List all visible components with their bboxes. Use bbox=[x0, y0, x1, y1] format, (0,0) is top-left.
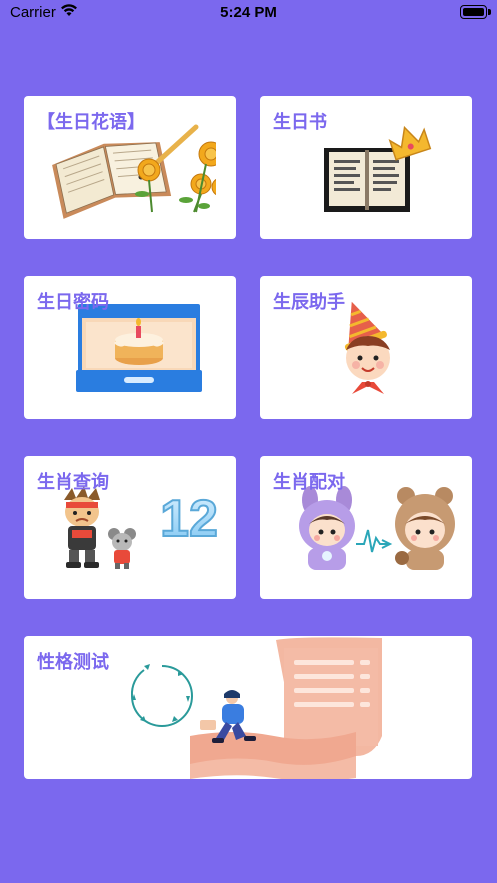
pixel-book-with-crown-icon bbox=[324, 125, 432, 212]
battery-icon bbox=[460, 5, 491, 19]
book-with-roses-icon bbox=[52, 124, 216, 219]
svg-text:12: 12 bbox=[160, 490, 218, 544]
costume-kids-pair-icon bbox=[299, 486, 455, 570]
status-bar: Carrier 5:24 PM bbox=[0, 0, 497, 26]
card-label: 生日密码 bbox=[37, 292, 109, 313]
zodiac-query-card[interactable]: 生肖查询 12 bbox=[24, 456, 236, 599]
card-label: 生日书 bbox=[273, 112, 327, 133]
card-label: 生肖查询 bbox=[37, 472, 109, 493]
card-label: 生肖配对 bbox=[273, 472, 345, 493]
personality-test-card[interactable]: 性格测试 bbox=[24, 636, 472, 779]
scroll-with-person-icon bbox=[130, 637, 382, 779]
birthday-book-card[interactable]: 生日书 bbox=[260, 96, 472, 239]
card-label: 生辰助手 bbox=[273, 292, 345, 313]
card-label: 【生日花语】 bbox=[37, 112, 145, 133]
clock: 5:24 PM bbox=[220, 4, 277, 21]
zodiac-characters-icon bbox=[64, 486, 136, 569]
zodiac-match-card[interactable]: 生肖配对 bbox=[260, 456, 472, 599]
birth-assistant-card[interactable]: 生辰助手 bbox=[260, 276, 472, 419]
birthday-flower-card[interactable]: 【生日花语】 bbox=[24, 96, 236, 239]
cake-in-box-icon bbox=[76, 304, 202, 392]
card-label: 性格测试 bbox=[37, 652, 109, 673]
zodiac-count-badge: 12 bbox=[159, 489, 219, 544]
party-hat-child-icon bbox=[344, 301, 390, 394]
birthday-code-card[interactable]: 生日密码 bbox=[24, 276, 236, 419]
